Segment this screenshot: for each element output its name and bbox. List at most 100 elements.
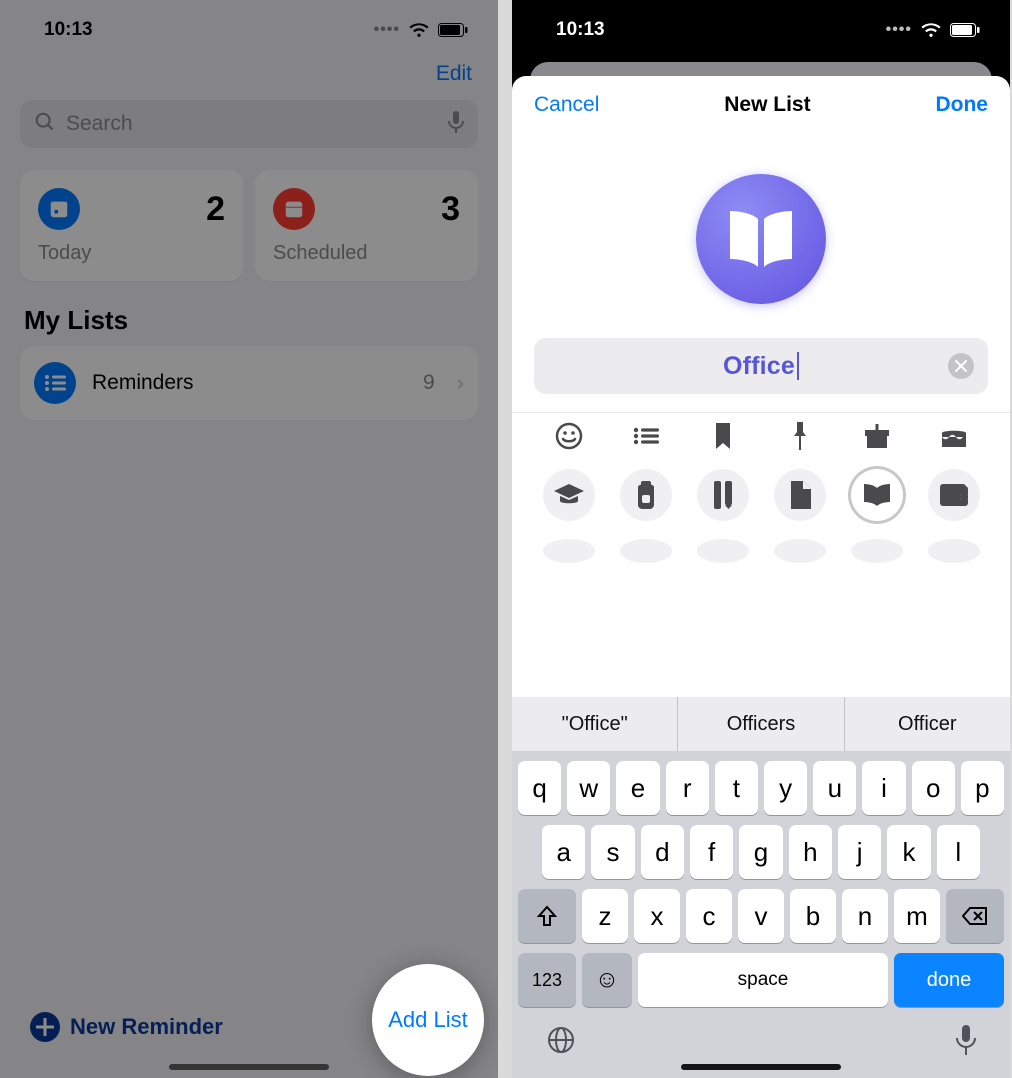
wifi-icon xyxy=(408,22,430,38)
key-y[interactable]: y xyxy=(764,761,807,815)
key-s[interactable]: s xyxy=(591,825,634,879)
cancel-button[interactable]: Cancel xyxy=(534,93,599,117)
emoji-key[interactable]: ☺ xyxy=(582,953,632,1007)
key-o[interactable]: o xyxy=(912,761,955,815)
key-d[interactable]: d xyxy=(641,825,684,879)
dim-overlay xyxy=(0,0,498,1078)
cake-icon[interactable] xyxy=(928,421,980,451)
backpack-icon[interactable] xyxy=(620,469,672,521)
list-bullet-icon[interactable] xyxy=(620,421,672,451)
list-bullet-icon xyxy=(34,362,76,404)
dictation-icon[interactable] xyxy=(448,111,464,138)
new-reminder-button[interactable]: New Reminder xyxy=(30,1012,223,1042)
pin-icon[interactable] xyxy=(774,421,826,451)
person-icon[interactable] xyxy=(774,539,826,563)
home-indicator[interactable] xyxy=(169,1064,329,1070)
key-j[interactable]: j xyxy=(838,825,881,879)
key-f[interactable]: f xyxy=(690,825,733,879)
key-row-1: q w e r t y u i o p xyxy=(512,751,1010,815)
chevron-right-icon: › xyxy=(457,370,464,396)
list-icon-preview xyxy=(696,174,826,304)
suggestion-1[interactable]: "Office" xyxy=(512,697,678,751)
banknote-icon[interactable] xyxy=(620,539,672,563)
list-name-value: Office xyxy=(723,352,795,381)
status-time: 10:13 xyxy=(556,19,605,41)
list-row-reminders[interactable]: Reminders 9 › xyxy=(20,346,478,420)
scheduled-label: Scheduled xyxy=(273,242,460,265)
key-r[interactable]: r xyxy=(666,761,709,815)
new-reminder-label: New Reminder xyxy=(70,1014,223,1040)
key-b[interactable]: b xyxy=(790,889,836,943)
scheduled-card[interactable]: 3 Scheduled xyxy=(255,170,478,281)
suggestion-3[interactable]: Officer xyxy=(845,697,1010,751)
key-q[interactable]: q xyxy=(518,761,561,815)
key-p[interactable]: p xyxy=(961,761,1004,815)
creditcard-icon[interactable] xyxy=(543,539,595,563)
reminders-home-screen: 10:13 •••• Edit Search 2 xyxy=(0,0,498,1078)
add-list-highlight[interactable]: Add List xyxy=(372,964,484,1076)
home-indicator[interactable] xyxy=(681,1064,841,1070)
plus-circle-icon xyxy=(30,1012,60,1042)
key-h[interactable]: h xyxy=(789,825,832,879)
key-g[interactable]: g xyxy=(739,825,782,879)
key-m[interactable]: m xyxy=(894,889,940,943)
scheduled-count: 3 xyxy=(441,190,460,229)
wallet-icon[interactable] xyxy=(928,469,980,521)
sheet-title: New List xyxy=(724,93,810,117)
done-button[interactable]: Done xyxy=(935,93,988,117)
people-icon[interactable] xyxy=(697,539,749,563)
today-card[interactable]: 2 Today xyxy=(20,170,243,281)
key-e[interactable]: e xyxy=(616,761,659,815)
new-list-sheet-screen: 10:13 •••• Cancel New List Done Office xyxy=(512,0,1010,1078)
new-list-sheet: Cancel New List Done Office xyxy=(512,76,1010,1078)
search-field[interactable]: Search xyxy=(20,100,478,148)
scheduled-icon xyxy=(273,188,315,230)
space-key[interactable]: space xyxy=(638,953,888,1007)
icon-picker-grid xyxy=(512,412,1010,563)
status-bar: 10:13 •••• xyxy=(512,0,1010,60)
keyboard-done-key[interactable]: done xyxy=(894,953,1004,1007)
key-row-4: 123 ☺ space done xyxy=(512,943,1010,1007)
book-icon[interactable] xyxy=(851,469,903,521)
key-z[interactable]: z xyxy=(582,889,628,943)
list-name: Reminders xyxy=(92,371,407,395)
wifi-icon xyxy=(920,22,942,38)
list-name-input[interactable]: Office xyxy=(534,338,988,394)
key-k[interactable]: k xyxy=(887,825,930,879)
ruler-pencil-icon[interactable] xyxy=(697,469,749,521)
key-u[interactable]: u xyxy=(813,761,856,815)
key-l[interactable]: l xyxy=(937,825,980,879)
shift-key[interactable] xyxy=(518,889,576,943)
key-v[interactable]: v xyxy=(738,889,784,943)
document-icon[interactable] xyxy=(774,469,826,521)
today-label: Today xyxy=(38,242,225,265)
graduation-cap-icon[interactable] xyxy=(543,469,595,521)
fork-knife-icon[interactable] xyxy=(928,539,980,563)
key-row-3: z x c v b n m xyxy=(512,879,1010,943)
globe-icon[interactable] xyxy=(546,1025,576,1062)
edit-button[interactable]: Edit xyxy=(436,62,472,86)
running-icon[interactable] xyxy=(851,539,903,563)
key-t[interactable]: t xyxy=(715,761,758,815)
keyboard: "Office" Officers Officer q w e r t y u … xyxy=(512,697,1010,1078)
gift-icon[interactable] xyxy=(851,421,903,451)
battery-icon xyxy=(438,23,468,37)
bookmark-icon[interactable] xyxy=(697,421,749,451)
today-icon xyxy=(38,188,80,230)
key-n[interactable]: n xyxy=(842,889,888,943)
key-x[interactable]: x xyxy=(634,889,680,943)
list-count: 9 xyxy=(423,371,435,395)
key-i[interactable]: i xyxy=(862,761,905,815)
numbers-key[interactable]: 123 xyxy=(518,953,576,1007)
dictation-icon[interactable] xyxy=(956,1025,976,1062)
clear-text-button[interactable] xyxy=(948,353,974,379)
delete-key[interactable] xyxy=(946,889,1004,943)
key-w[interactable]: w xyxy=(567,761,610,815)
status-time: 10:13 xyxy=(44,19,93,41)
key-c[interactable]: c xyxy=(686,889,732,943)
cellular-dots-icon: •••• xyxy=(886,21,912,39)
suggestion-2[interactable]: Officers xyxy=(678,697,844,751)
search-icon xyxy=(34,111,56,138)
smiley-icon[interactable] xyxy=(543,421,595,451)
key-a[interactable]: a xyxy=(542,825,585,879)
